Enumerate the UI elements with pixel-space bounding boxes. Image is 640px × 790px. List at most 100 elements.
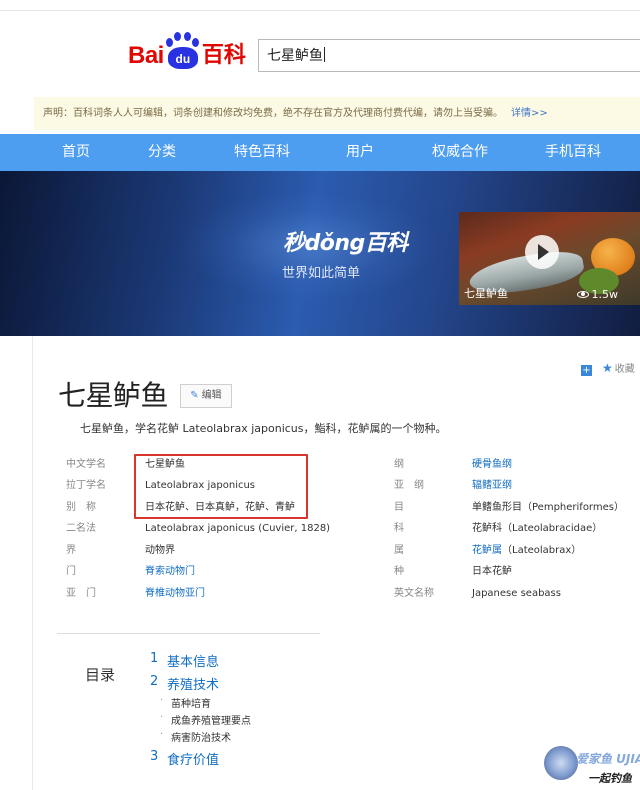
search-input-value: 七星鲈鱼 [267, 48, 323, 64]
toc-subitem[interactable]: 病害防治技术 [160, 729, 231, 744]
info-row: 拉丁学名 [66, 478, 106, 494]
info-value: （Lateolabrax） [502, 545, 582, 556]
info-row: 二名法 [66, 521, 96, 537]
info-key: 英文名称 [394, 588, 434, 599]
baidu-baike-logo[interactable]: Bai du 百科 [128, 30, 246, 70]
info-key: 属 [394, 545, 404, 556]
info-key: 目 [394, 502, 404, 513]
info-value: 动物界 [145, 545, 175, 556]
info-row: 亚 纲 [394, 478, 424, 494]
info-value: Japanese seabass [472, 588, 561, 599]
info-row: 别 称 [66, 500, 96, 516]
star-icon[interactable]: ★ [602, 361, 613, 375]
nav-item-users[interactable]: 用户 [346, 134, 374, 171]
nav-item-mobile[interactable]: 手机百科 [545, 134, 601, 171]
play-icon[interactable] [525, 235, 559, 269]
nav-item-home[interactable]: 首页 [62, 134, 90, 171]
info-row: 单鳍鱼形目（Pempheriformes） [472, 500, 624, 516]
edit-button[interactable]: ✎ 编辑 [180, 384, 232, 408]
info-key: 亚 纲 [394, 480, 424, 491]
info-row: 英文名称 [394, 586, 434, 602]
video-thumbnail[interactable]: 七星鲈鱼 1.5w [459, 212, 640, 305]
info-key: 亚 门 [66, 588, 96, 599]
toc-item-diet-value[interactable]: 食疗价值 [167, 749, 219, 768]
video-views-count: 1.5w [591, 288, 619, 301]
info-value: 花鲈科（Lateolabracidae） [472, 523, 603, 534]
watermark-text: 爱家鱼 UJIAYU [576, 752, 640, 766]
info-value-link[interactable]: 脊椎动物亚门 [145, 588, 205, 599]
info-key: 门 [66, 566, 76, 577]
info-row: 花鲈科（Lateolabracidae） [472, 521, 602, 537]
plus-icon[interactable]: + [581, 365, 592, 376]
logo-baike-text: 百科 [201, 43, 246, 68]
toc-number: 2 [150, 674, 159, 689]
video-views: 1.5w [576, 288, 619, 301]
info-row: 花鲈属（Lateolabrax） [472, 543, 581, 559]
info-row: 目 [394, 500, 404, 516]
info-value-link[interactable]: 花鲈属 [472, 545, 502, 556]
search-input[interactable]: 七星鲈鱼 [258, 39, 640, 72]
info-key: 二名法 [66, 523, 96, 534]
entry-title: 七星鲈鱼 [58, 379, 169, 412]
info-key: 科 [394, 523, 404, 534]
pencil-icon: ✎ [190, 390, 199, 401]
miaodong-banner[interactable]: 秒dǒng百科 世界如此简单 七星鲈鱼 1.5w [0, 171, 640, 336]
text-caret [324, 47, 325, 62]
nav-item-categories[interactable]: 分类 [148, 134, 176, 171]
toc-item-breeding[interactable]: 养殖技术 [167, 674, 219, 693]
paw-icon: du [165, 32, 201, 70]
info-row: 纲 [394, 457, 404, 473]
info-row: 门 [66, 564, 76, 580]
info-row: Japanese seabass [472, 586, 561, 602]
toc-number: 3 [150, 749, 159, 764]
video-title: 七星鲈鱼 [464, 287, 508, 300]
info-row: 硬骨鱼纲 [472, 457, 512, 473]
logo-bai-text: Bai [128, 42, 164, 69]
main-nav: 首页 分类 特色百科 用户 权威合作 手机百科 [0, 134, 640, 171]
top-divider [0, 10, 640, 11]
info-key: 别 称 [66, 502, 96, 513]
toc-subitem[interactable]: 苗种培育 [160, 695, 211, 710]
header: Bai du 百科 七星鲈鱼 [0, 0, 640, 92]
miaodong-logo: 秒dǒng百科 [283, 231, 408, 256]
edit-label: 编辑 [201, 390, 222, 401]
info-key: 中文学名 [66, 459, 106, 470]
details-link[interactable]: 详情>> [511, 108, 548, 119]
info-key: 拉丁学名 [66, 480, 106, 491]
page: Bai du 百科 七星鲈鱼 声明：百科词条人人可编辑，词条创建和修改均免费，绝… [0, 0, 640, 790]
info-row: 中文学名 [66, 457, 106, 473]
info-value-link[interactable]: 脊索动物门 [145, 566, 195, 577]
toc-number: 1 [150, 651, 159, 666]
info-row: 辐鳍亚纲 [472, 478, 512, 494]
info-value: 日本花鲈 [472, 566, 512, 577]
info-row: 界 [66, 543, 76, 559]
disclaimer-text: 声明：百科词条人人可编辑，词条创建和修改均免费，绝不存在官方及代理商付费代编，请… [43, 108, 503, 119]
favorite-label[interactable]: 收藏 [615, 364, 635, 375]
info-row: 日本花鲈 [472, 564, 512, 580]
info-row: 脊索动物门 [145, 564, 195, 580]
info-row: 脊椎动物亚门 [145, 586, 205, 602]
highlight-box [134, 454, 308, 519]
toc-divider [57, 633, 320, 634]
nav-item-partners[interactable]: 权威合作 [432, 134, 488, 171]
watermark-subtext: 一起钓鱼 [588, 772, 632, 785]
toc-item-basic-info[interactable]: 基本信息 [167, 651, 219, 670]
watermark-logo: 爱家鱼 UJIAYU 一起钓鱼 [540, 740, 640, 790]
info-value-link[interactable]: 硬骨鱼纲 [472, 459, 512, 470]
eye-icon [576, 291, 589, 298]
info-key: 种 [394, 566, 404, 577]
banner-slogan: 世界如此简单 [282, 266, 361, 281]
info-value: Lateolabrax japonicus (Cuvier, 1828) [145, 523, 331, 534]
info-key: 界 [66, 545, 76, 556]
logo-du-text: du [167, 47, 198, 69]
toc-title: 目录 [85, 666, 116, 684]
side-tools: + ★ 收藏 [581, 360, 635, 376]
toc-subitem[interactable]: 成鱼养殖管理要点 [160, 712, 251, 727]
watermark-ring-icon [544, 746, 578, 780]
nav-item-featured[interactable]: 特色百科 [234, 134, 290, 171]
info-key: 纲 [394, 459, 404, 470]
info-row: 动物界 [145, 543, 175, 559]
disclaimer-notice: 声明：百科词条人人可编辑，词条创建和修改均免费，绝不存在官方及代理商付费代编，请… [34, 97, 640, 130]
info-value-link[interactable]: 辐鳍亚纲 [472, 480, 512, 491]
info-value: 单鳍鱼形目（Pempheriformes） [472, 502, 624, 513]
